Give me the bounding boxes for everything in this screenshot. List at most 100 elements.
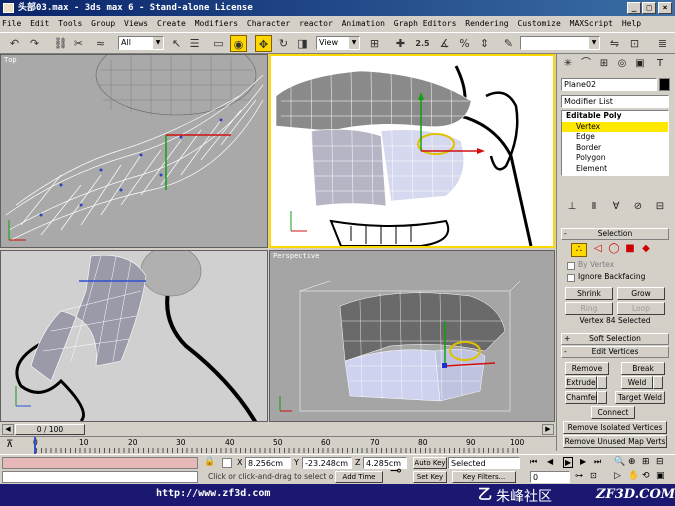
zoom-extents-icon[interactable]: ⊞ [642, 457, 650, 467]
chamfer-settings-button[interactable] [597, 391, 607, 404]
snap-toggle[interactable]: 2.5 [414, 35, 431, 52]
footer-url[interactable]: http://www.zf3d.com [156, 488, 270, 499]
menu-help[interactable]: Help [620, 16, 643, 32]
add-time-tag-button[interactable]: Add Time Tag [335, 471, 383, 492]
key-set-dropdown[interactable]: Selected [448, 457, 520, 469]
viewport-label-perspective[interactable]: Perspective [273, 252, 319, 260]
unlink-icon[interactable]: ✂ [70, 35, 87, 52]
target-weld-button[interactable]: Target Weld [615, 391, 665, 404]
zoom-extents-all-icon[interactable]: ⊟ [656, 457, 664, 467]
close-button[interactable]: × [658, 2, 672, 14]
stack-item-border[interactable]: Border [562, 143, 668, 154]
menu-graph-editors[interactable]: Graph Editors [392, 16, 459, 32]
stack-item-vertex[interactable]: Vertex [562, 121, 668, 132]
window-crossing-icon[interactable]: ◉ [230, 35, 247, 52]
chamfer-button[interactable]: Chamfer [565, 391, 598, 404]
auto-key-button[interactable]: Auto Key [413, 457, 447, 469]
time-slider-thumb[interactable]: 0 / 100 [15, 424, 85, 435]
arc-rotate-icon[interactable]: ⟲ [642, 471, 650, 481]
stack-item-element[interactable]: Element [562, 164, 668, 175]
modify-tab-icon[interactable]: ⌒ [579, 57, 593, 71]
maxscript-input[interactable] [2, 471, 198, 483]
time-prev-icon[interactable]: ◀ [2, 424, 14, 435]
named-sets-icon[interactable]: ✎ [500, 35, 517, 52]
current-frame-field[interactable]: 0 [530, 471, 570, 483]
menu-animation[interactable]: Animation [340, 16, 387, 32]
utilities-tab-icon[interactable]: T [653, 57, 667, 71]
soft-selection-rollout-header[interactable]: + Soft Selection [561, 333, 669, 345]
key-filters-button[interactable]: Key Filters... [452, 471, 516, 483]
configure-sets-icon[interactable]: ⊟ [653, 200, 667, 214]
maxscript-listener[interactable] [2, 457, 198, 469]
select-move-icon[interactable]: ✥ [255, 35, 272, 52]
modifier-stack[interactable]: Editable Poly Vertex Edge Border Polygon… [561, 110, 669, 176]
y-coordinate-field[interactable]: -23.248cm [302, 457, 352, 469]
track-bar[interactable]: ⊼ 0 10 20 30 40 50 60 70 80 90 100 [0, 436, 556, 454]
spinner-snap-icon[interactable]: ⇕ [476, 35, 493, 52]
ignore-backfacing-checkbox[interactable] [567, 274, 575, 282]
shrink-button[interactable]: Shrink [565, 287, 613, 300]
time-next-icon[interactable]: ▶ [542, 424, 554, 435]
zoom-all-icon[interactable]: ⊕ [628, 457, 636, 467]
mirror-icon[interactable]: ⇋ [606, 35, 623, 52]
show-end-result-icon[interactable]: Ⅱ [587, 200, 601, 214]
menu-maxscript[interactable]: MAXScript [568, 16, 615, 32]
menu-group[interactable]: Group [89, 16, 117, 32]
layer-manager-icon[interactable]: ≣ [654, 35, 671, 52]
select-manipulate-icon[interactable]: ✚ [392, 35, 409, 52]
viewport-top[interactable]: Top [0, 54, 268, 248]
break-button[interactable]: Break [621, 362, 665, 375]
weld-settings-button[interactable] [653, 376, 663, 389]
time-config-icon[interactable]: ⊡ [590, 471, 597, 480]
border-mode-icon[interactable]: ◯ [607, 243, 621, 257]
remove-isolated-vertices-button[interactable]: Remove Isolated Vertices [563, 421, 667, 434]
menu-create[interactable]: Create [155, 16, 188, 32]
polygon-mode-icon[interactable]: ■ [623, 243, 637, 257]
key-mode-icon[interactable]: ⊸ [390, 463, 402, 479]
undo-icon[interactable]: ↶ [6, 35, 23, 52]
maximize-viewport-icon[interactable]: ▣ [656, 471, 665, 481]
redo-icon[interactable]: ↷ [26, 35, 43, 52]
loop-button[interactable]: Loop [617, 302, 665, 315]
pin-stack-icon[interactable]: ⊥ [565, 200, 579, 214]
weld-button[interactable]: Weld [621, 376, 653, 389]
key-mode-toggle-icon[interactable]: ⊶ [575, 471, 583, 480]
menu-reactor[interactable]: reactor [297, 16, 335, 32]
menu-character[interactable]: Character [245, 16, 292, 32]
pivot-icon[interactable]: ⊞ [366, 35, 383, 52]
goto-end-icon[interactable]: ⏭ [594, 457, 601, 467]
motion-tab-icon[interactable]: ◎ [615, 57, 629, 71]
edit-vertices-rollout-header[interactable]: - Edit Vertices [561, 346, 669, 358]
remove-button[interactable]: Remove [565, 362, 609, 375]
menu-rendering[interactable]: Rendering [463, 16, 510, 32]
object-name-field[interactable]: Plane02 [561, 78, 657, 91]
vertex-mode-icon[interactable]: ∴ [571, 243, 587, 257]
select-link-icon[interactable]: ⛓ [52, 35, 69, 52]
create-tab-icon[interactable]: ✳ [561, 57, 575, 71]
select-by-name-icon[interactable]: ☰ [186, 35, 203, 52]
angle-snap-icon[interactable]: ∡ [436, 35, 453, 52]
menu-edit[interactable]: Edit [28, 16, 51, 32]
reference-coord-dropdown[interactable]: View [316, 36, 360, 50]
rect-selection-icon[interactable]: ▭ [210, 35, 227, 52]
viewport-perspective[interactable]: Perspective [269, 250, 555, 422]
viewport-left[interactable] [0, 250, 268, 422]
make-unique-icon[interactable]: ∀ [609, 200, 623, 214]
hierarchy-tab-icon[interactable]: ⊞ [597, 57, 611, 71]
stack-item-edge[interactable]: Edge [562, 132, 668, 143]
menu-customize[interactable]: Customize [515, 16, 562, 32]
display-tab-icon[interactable]: ▣ [633, 57, 647, 71]
ring-button[interactable]: Ring [565, 302, 613, 315]
viewport-front[interactable] [269, 54, 555, 248]
element-mode-icon[interactable]: ◆ [639, 243, 653, 257]
extrude-button[interactable]: Extrude [565, 376, 597, 389]
selection-filter-dropdown[interactable]: All [118, 36, 164, 50]
absolute-mode-icon[interactable] [222, 458, 232, 468]
stack-item-editable-poly[interactable]: Editable Poly [562, 111, 668, 122]
time-slider[interactable]: ◀ 0 / 100 ▶ [0, 423, 556, 436]
remove-modifier-icon[interactable]: ⊘ [631, 200, 645, 214]
track-bar-icon[interactable]: ⊼ [6, 439, 13, 450]
minimize-button[interactable]: _ [627, 2, 641, 14]
menu-views[interactable]: Views [122, 16, 150, 32]
remove-unused-map-verts-button[interactable]: Remove Unused Map Verts [563, 435, 667, 448]
